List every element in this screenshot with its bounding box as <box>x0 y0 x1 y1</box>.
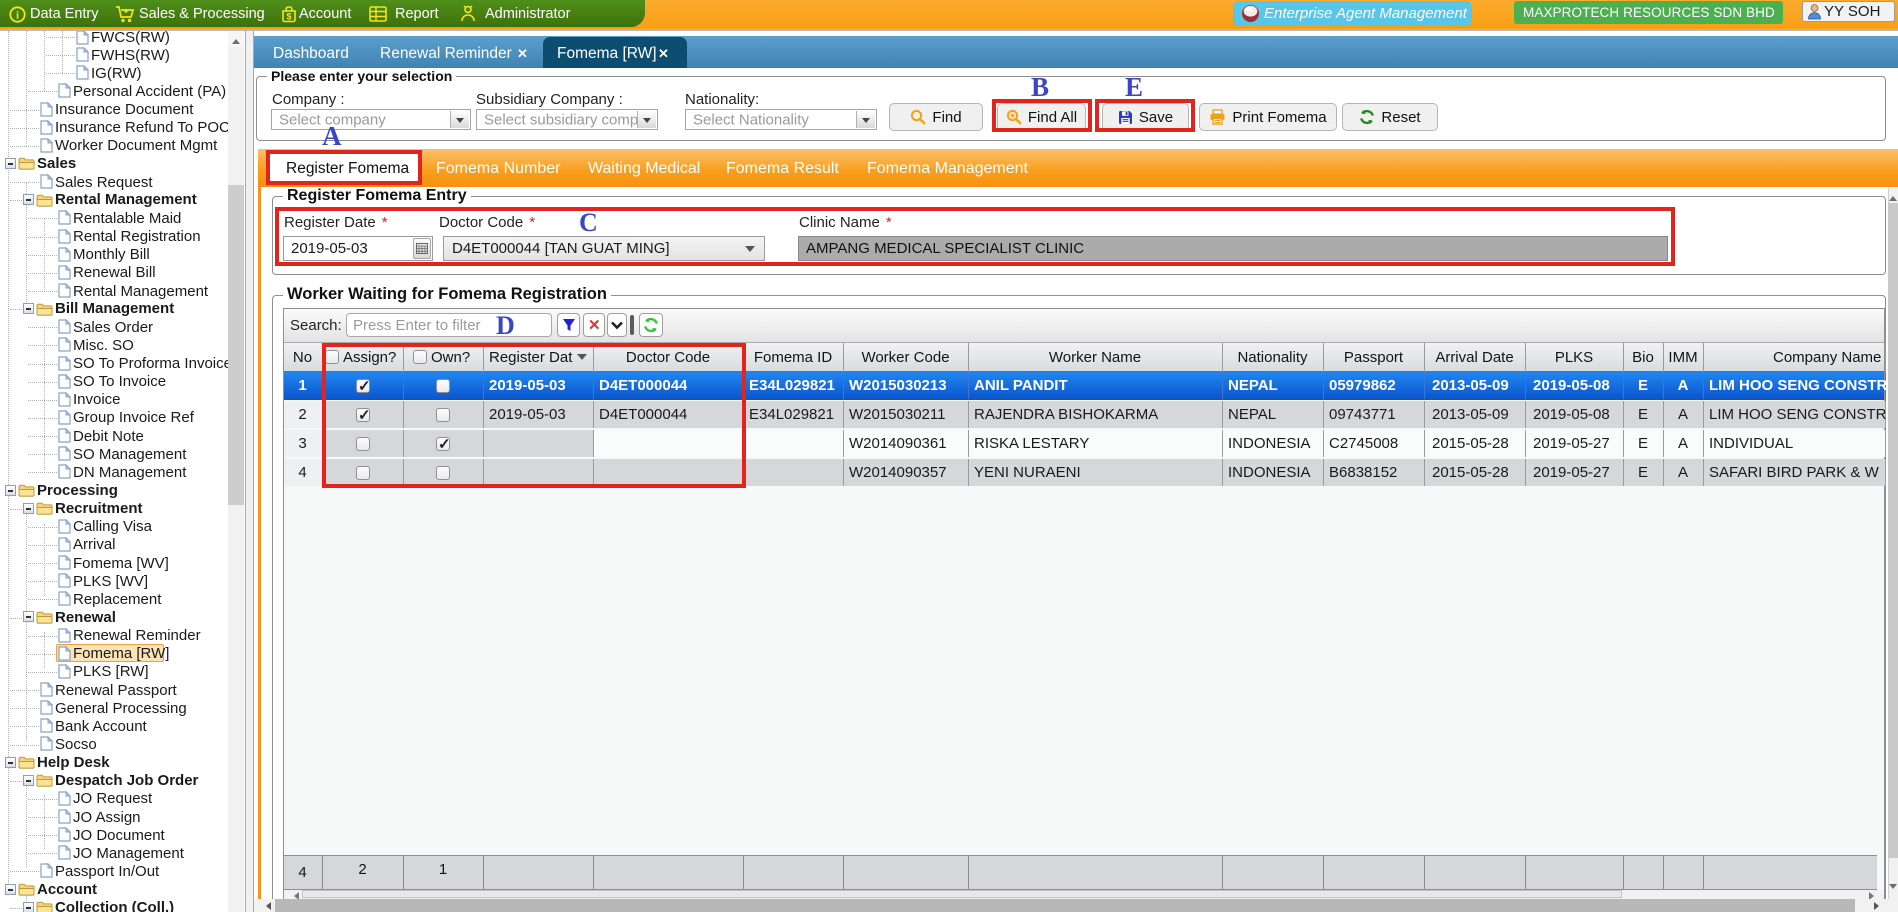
svg-text:$: $ <box>286 12 291 22</box>
svg-text:i: i <box>16 10 19 22</box>
